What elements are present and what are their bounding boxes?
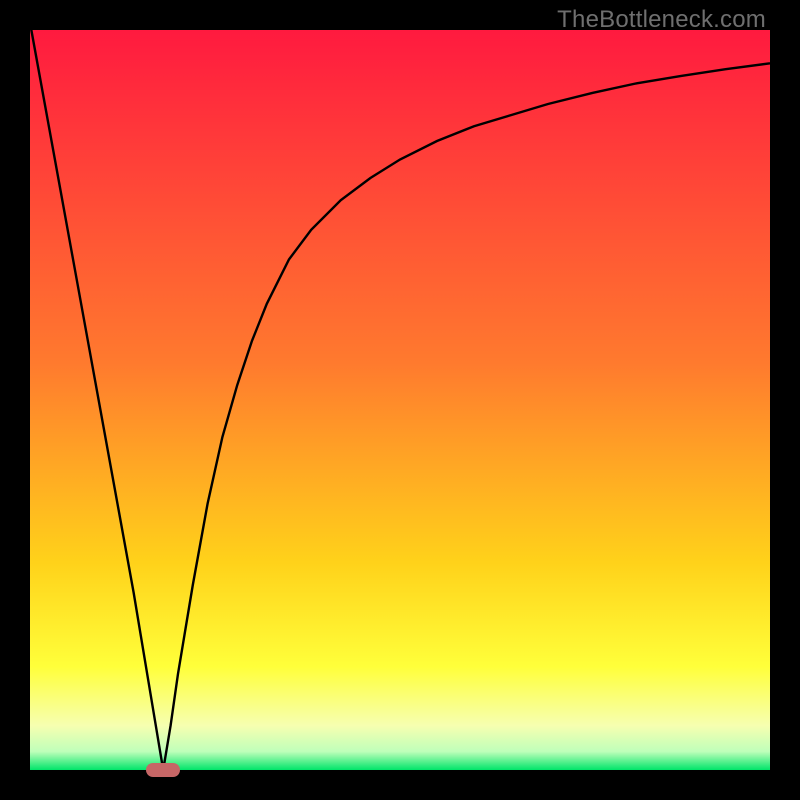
min-marker: [146, 763, 180, 777]
line-series: [30, 30, 770, 770]
plot-area: [30, 30, 770, 770]
watermark-text: TheBottleneck.com: [557, 6, 766, 34]
curve-path: [30, 23, 770, 770]
chart-canvas: TheBottleneck.com: [0, 0, 800, 800]
